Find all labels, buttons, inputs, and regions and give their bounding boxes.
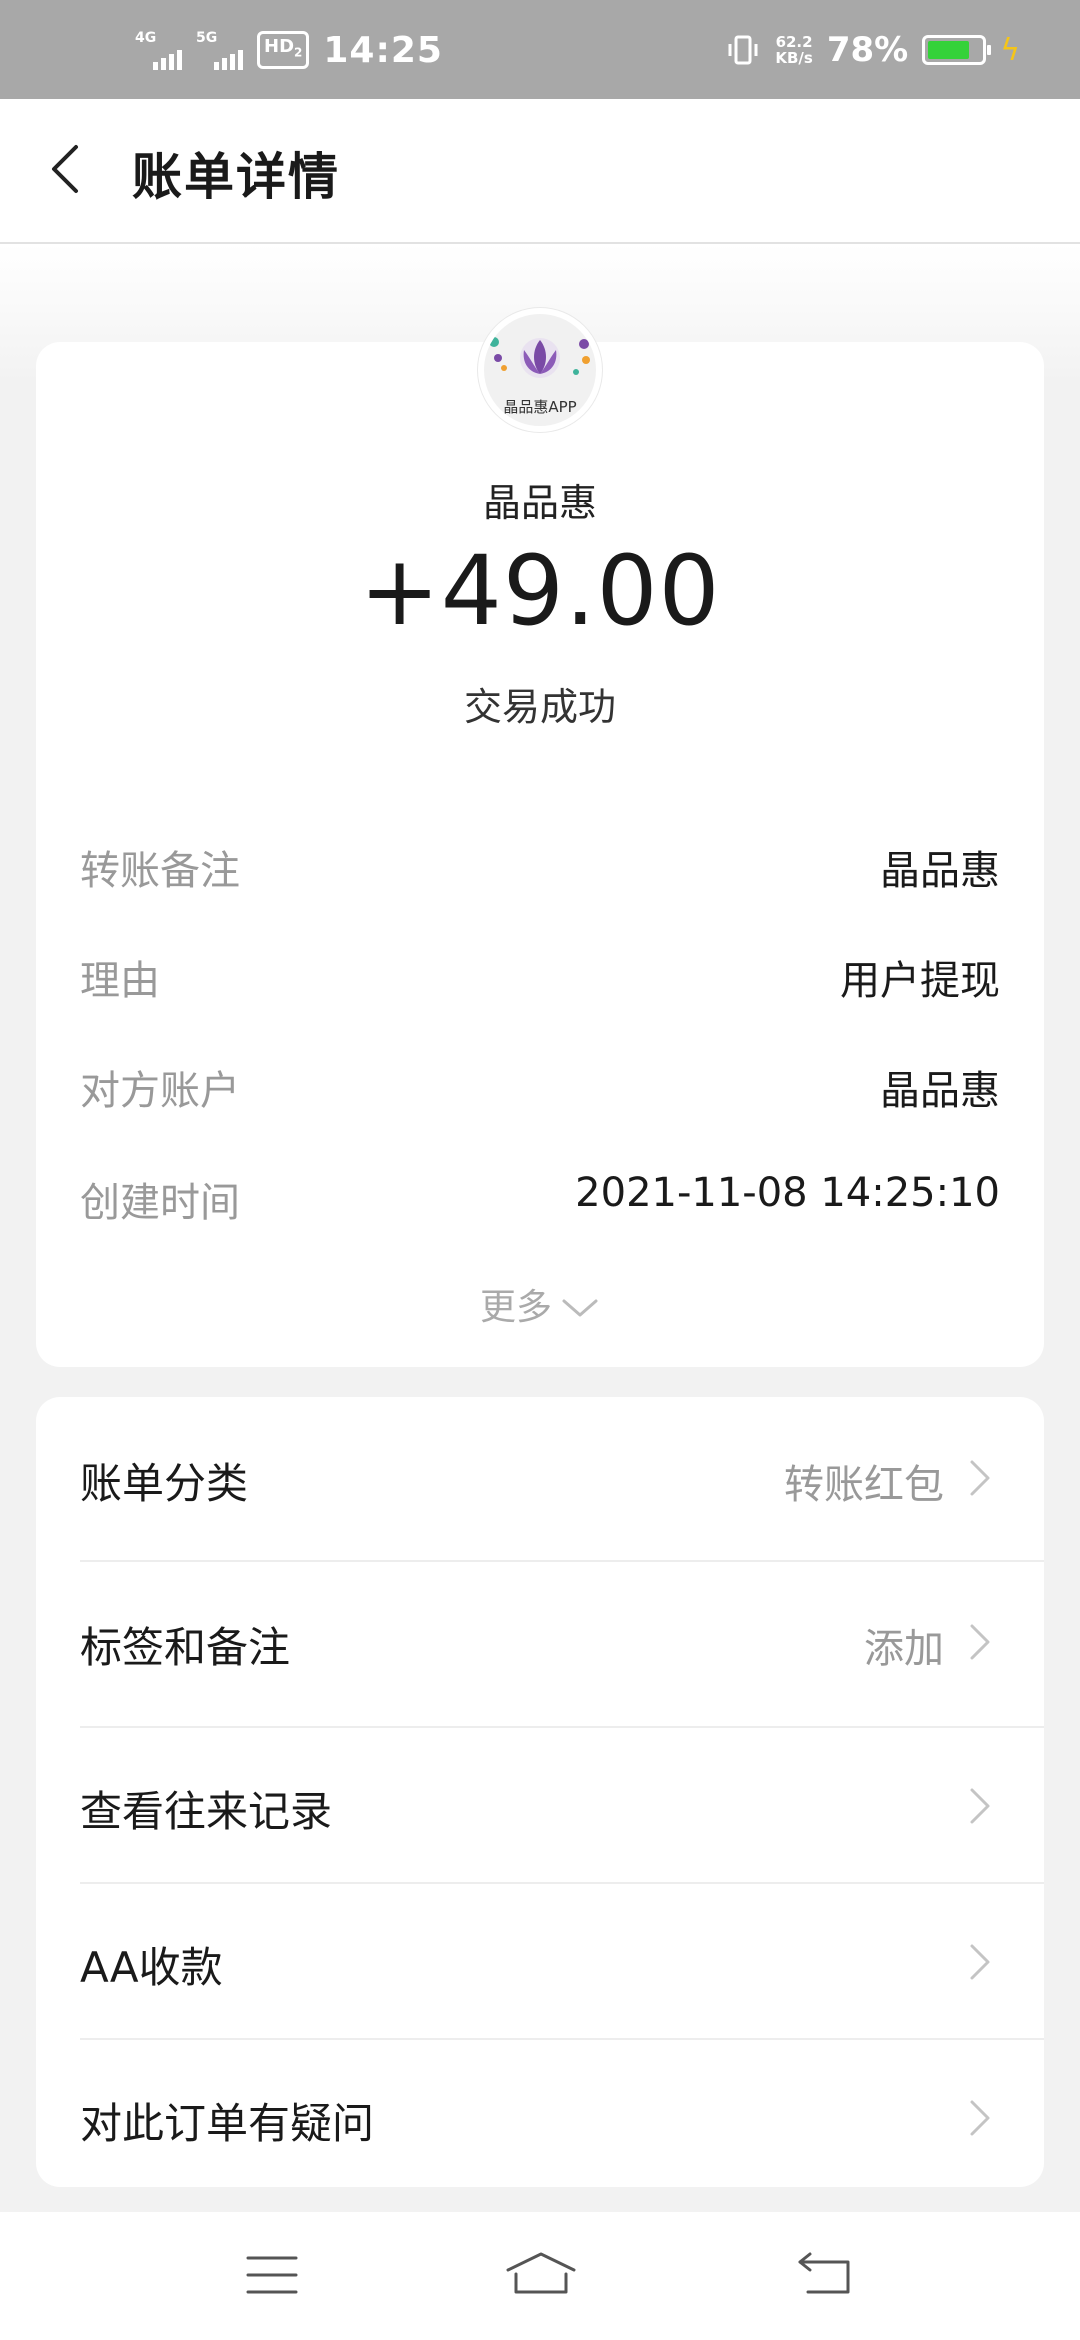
signal-5g-icon: 5G: [196, 30, 243, 70]
divider: [80, 1560, 1044, 1562]
chevron-right-icon: [970, 1460, 990, 1496]
battery-percent: 78%: [826, 30, 909, 70]
signal-4g-icon: 4G: [135, 30, 182, 70]
speed-unit: KB/s: [775, 49, 813, 67]
chevron-right-icon: [970, 2100, 990, 2136]
menu-icon[interactable]: [244, 2250, 300, 2300]
chevron-right-icon: [970, 1624, 990, 1660]
back-icon[interactable]: [40, 139, 100, 199]
divider: [80, 1882, 1044, 1884]
status-bar-left: 4G 5G HD2 14:25: [135, 29, 443, 71]
detail-key: 对方账户: [80, 1068, 240, 1114]
detail-key: 理由: [80, 958, 160, 1004]
logo-text: 晶品惠APP: [503, 398, 577, 416]
divider: [80, 1726, 1044, 1728]
menu-item-label: AA收款: [80, 1943, 223, 1992]
divider: [80, 2038, 1044, 2040]
detail-value: 晶品惠: [880, 848, 1000, 894]
transaction-status: 交易成功: [463, 685, 616, 729]
status-bar-right: 62.2 KB/s 78% ϟ: [725, 30, 1020, 70]
detail-row-created-time: 创建时间 2021-11-08 14:25:10: [80, 1170, 1000, 1230]
transaction-amount: +49.00: [359, 535, 721, 647]
detail-value: 2021-11-08 14:25:10: [575, 1170, 1000, 1216]
more-button[interactable]: 更多: [0, 1278, 1080, 1330]
detail-row-reason: 理由 用户提现: [80, 948, 1000, 1008]
vibrate-icon: [728, 35, 758, 65]
detail-row-remark: 转账备注 晶品惠: [80, 838, 1000, 898]
detail-key: 创建时间: [80, 1180, 240, 1226]
menu-item-value: 添加: [864, 1626, 944, 1672]
return-icon[interactable]: [796, 2250, 854, 2300]
menu-item-label: 标签和备注: [80, 1623, 291, 1672]
hd-sub-label: 2: [294, 45, 303, 60]
menu-item-label: 账单分类: [80, 1459, 249, 1508]
title-bar: 账单详情: [0, 99, 1080, 244]
merchant-name: 晶品惠: [482, 481, 597, 525]
home-icon[interactable]: [504, 2250, 578, 2300]
system-nav-bar: [0, 2212, 1080, 2340]
chevron-right-icon: [970, 1944, 990, 1980]
detail-row-account: 对方账户 晶品惠: [80, 1058, 1000, 1118]
page-title: 账单详情: [132, 148, 340, 206]
merchant-logo: 晶品惠APP: [478, 308, 602, 432]
more-label: 更多: [479, 1287, 552, 1328]
speed-value: 62.2: [775, 33, 813, 51]
status-bar: 4G 5G HD2 14:25 62.2 KB/s 78% ϟ: [0, 0, 1080, 99]
hd-voice-icon: HD2: [257, 31, 310, 69]
detail-value: 用户提现: [840, 958, 1000, 1004]
battery-icon: [922, 35, 992, 65]
detail-key: 转账备注: [80, 848, 240, 894]
clock: 14:25: [323, 29, 443, 71]
menu-item-label: 对此订单有疑问: [80, 2099, 375, 2148]
menu-item-value: 转账红包: [784, 1462, 944, 1508]
charging-bolt-icon: ϟ: [1000, 32, 1020, 68]
chevron-right-icon: [970, 1788, 990, 1824]
battery-level: [928, 41, 969, 59]
detail-value: 晶品惠: [880, 1068, 1000, 1114]
chevron-down-icon: [562, 1299, 598, 1317]
network-speed: 62.2 KB/s: [775, 34, 812, 66]
menu-item-label: 查看往来记录: [80, 1787, 333, 1836]
hd-label: HD: [264, 36, 295, 58]
